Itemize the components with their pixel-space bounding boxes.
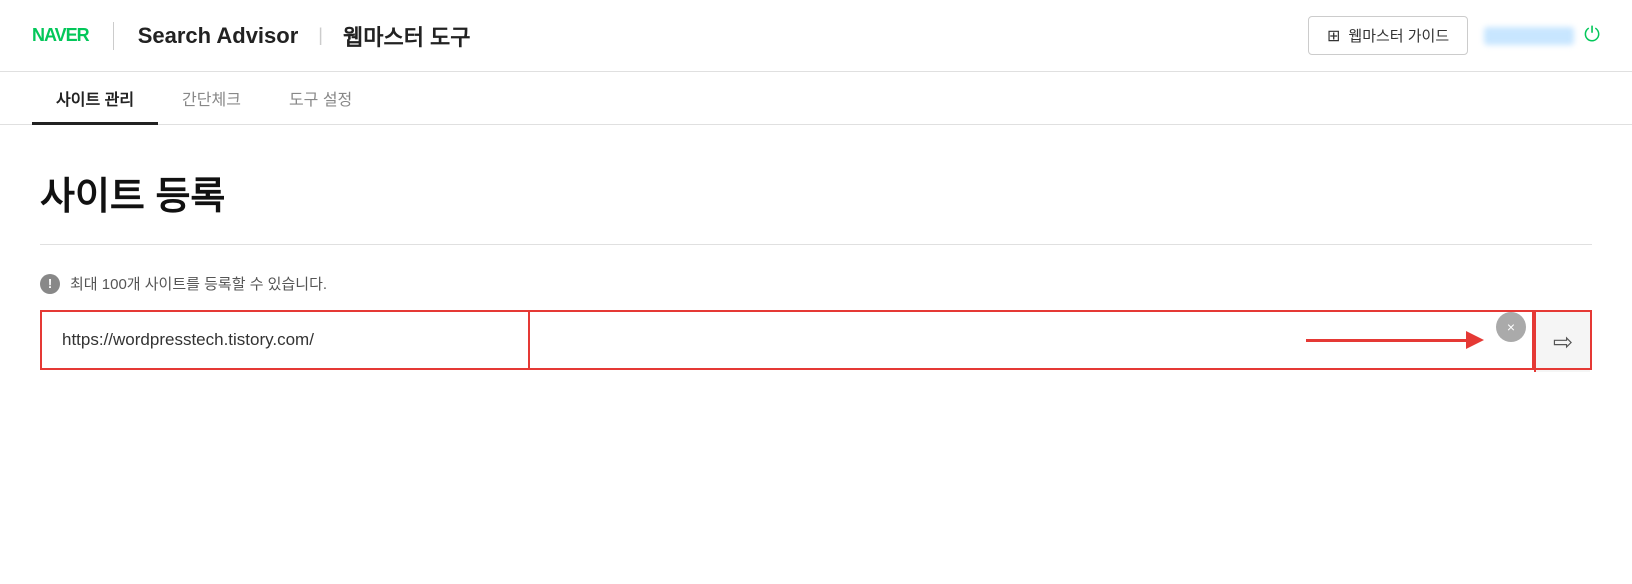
title-divider: |	[318, 25, 323, 46]
nav-tabs: 사이트 관리 간단체크 도구 설정	[0, 72, 1632, 125]
page-title: 사이트 등록	[40, 165, 1592, 220]
user-area: ⏻	[1484, 24, 1600, 47]
clear-button[interactable]: ×	[1496, 312, 1526, 342]
arrow-area	[502, 312, 1496, 368]
header-left: NAVER Search Advisor | 웹마스터 도구	[32, 20, 471, 52]
naver-logo-text: NAVER	[32, 25, 89, 46]
info-icon: !	[40, 274, 60, 294]
arrow-head	[1466, 331, 1484, 349]
submit-button[interactable]: ⇨	[1534, 312, 1590, 372]
webmaster-tool-title: 웹마스터 도구	[343, 20, 471, 52]
user-name	[1484, 27, 1574, 45]
submit-icon: ⇨	[1553, 328, 1573, 357]
url-input[interactable]	[42, 312, 502, 368]
tab-quick-check[interactable]: 간단체크	[158, 72, 265, 125]
header-right: ⊞ 웹마스터 가이드 ⏻	[1308, 16, 1600, 55]
main-content: 사이트 등록 ! 최대 100개 사이트를 등록할 수 있습니다. × ⇨	[0, 125, 1632, 402]
clear-icon: ×	[1507, 319, 1515, 335]
guide-icon: ⊞	[1327, 26, 1340, 46]
divider	[40, 244, 1592, 245]
power-icon[interactable]: ⏻	[1584, 24, 1600, 47]
red-arrow	[1306, 331, 1484, 349]
header-divider	[113, 22, 114, 50]
search-advisor-title: Search Advisor	[138, 23, 299, 49]
info-notice-text: 최대 100개 사이트를 등록할 수 있습니다.	[70, 273, 327, 294]
naver-logo: NAVER	[32, 25, 89, 46]
header: NAVER Search Advisor | 웹마스터 도구 ⊞ 웹마스터 가이…	[0, 0, 1632, 72]
info-notice: ! 최대 100개 사이트를 등록할 수 있습니다.	[40, 273, 1592, 294]
guide-button[interactable]: ⊞ 웹마스터 가이드	[1308, 16, 1468, 55]
tab-tool-settings[interactable]: 도구 설정	[265, 72, 376, 125]
guide-button-label: 웹마스터 가이드	[1348, 25, 1449, 46]
tab-site-manage[interactable]: 사이트 관리	[32, 72, 158, 125]
arrow-line	[1306, 339, 1466, 342]
